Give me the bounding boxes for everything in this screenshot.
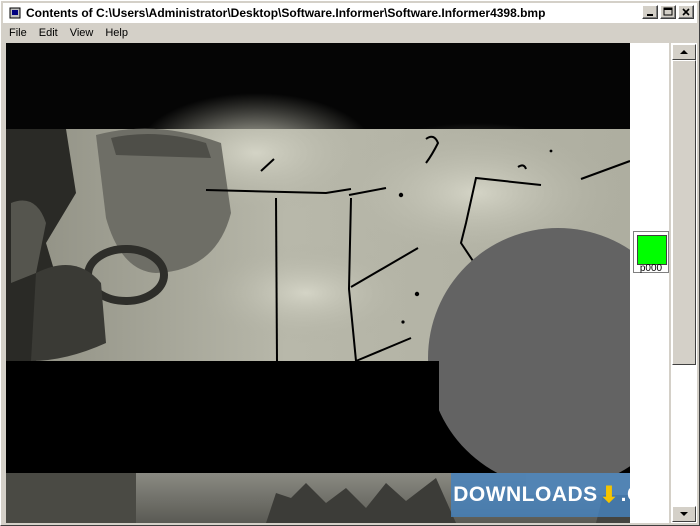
- close-button[interactable]: [678, 5, 694, 19]
- downloads-guru-watermark: DOWNLOADS ⬇ .GURU: [451, 473, 630, 517]
- scroll-up-button[interactable]: [672, 44, 696, 60]
- watermark-right: .GURU: [620, 483, 630, 506]
- chevron-down-icon: [680, 512, 688, 516]
- menu-file[interactable]: File: [3, 24, 33, 42]
- window-title: Contents of C:\Users\Administrator\Deskt…: [26, 6, 546, 20]
- menu-view[interactable]: View: [64, 24, 100, 42]
- maximize-icon: [663, 7, 673, 16]
- minimize-button[interactable]: [642, 5, 658, 19]
- image-viewer-window: Contents of C:\Users\Administrator\Deskt…: [0, 0, 700, 526]
- bitmap-window-icon[interactable]: [8, 6, 22, 20]
- palette-panel: p000: [630, 43, 669, 523]
- scroll-thumb[interactable]: [672, 60, 696, 365]
- chevron-up-icon: [680, 50, 688, 54]
- download-arrow-icon: ⬇: [599, 482, 619, 507]
- swatch-label: p000: [639, 263, 663, 274]
- watermark-left: DOWNLOADS: [453, 483, 598, 506]
- image-canvas[interactable]: DOWNLOADS ⬇ .GURU: [6, 43, 630, 523]
- maximize-button[interactable]: [660, 5, 676, 19]
- scroll-down-button[interactable]: [672, 506, 696, 522]
- title-bar[interactable]: Contents of C:\Users\Administrator\Deskt…: [3, 3, 697, 23]
- black-block: [6, 361, 439, 473]
- caption-buttons: [642, 5, 694, 19]
- menu-help[interactable]: Help: [99, 24, 134, 42]
- color-swatch[interactable]: [637, 235, 667, 265]
- palette-entry[interactable]: p000: [633, 231, 669, 274]
- close-icon: [682, 8, 690, 16]
- vertical-scrollbar[interactable]: [671, 43, 697, 523]
- menu-edit[interactable]: Edit: [33, 24, 64, 42]
- minimize-icon: [647, 14, 653, 16]
- menu-bar: File Edit View Help: [3, 24, 697, 42]
- bitmap-image: [6, 43, 630, 523]
